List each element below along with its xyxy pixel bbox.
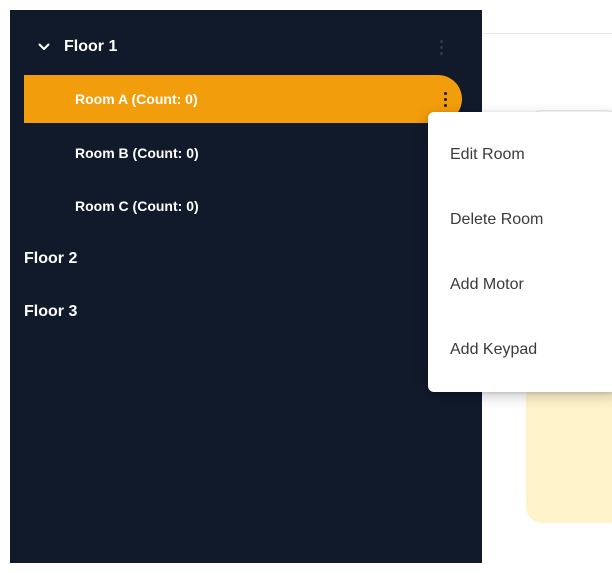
menu-item-label: Add Motor <box>450 276 524 293</box>
room-label: Room B (Count: 0) <box>75 145 199 161</box>
notice-card <box>526 380 612 523</box>
chevron-down-icon[interactable] <box>37 40 51 54</box>
room-item-room-c[interactable]: Room C (Count: 0) <box>24 182 462 230</box>
floor-item-floor-1[interactable]: Floor 1 <box>24 23 462 71</box>
floor-item-floor-2[interactable]: Floor 2 <box>24 235 462 283</box>
header-divider <box>482 33 612 34</box>
menu-item-label: Add Keypad <box>450 341 538 358</box>
menu-item-add-keypad[interactable]: Add Keypad <box>428 326 612 374</box>
more-vertical-icon[interactable] <box>440 89 450 109</box>
floor-item-floor-3[interactable]: Floor 3 <box>24 288 462 336</box>
floor-label: Floor 3 <box>24 303 78 320</box>
menu-item-delete-room[interactable]: Delete Room <box>428 196 612 244</box>
room-label: Room C (Count: 0) <box>75 198 199 214</box>
floor-label: Floor 2 <box>24 250 78 267</box>
room-label: Room A (Count: 0) <box>75 91 198 107</box>
menu-item-add-motor[interactable]: Add Motor <box>428 261 612 309</box>
menu-item-edit-room[interactable]: Edit Room <box>428 131 612 179</box>
room-item-room-b[interactable]: Room B (Count: 0) <box>24 129 462 177</box>
room-context-menu: Edit Room Delete Room Add Motor Add Keyp… <box>428 112 612 392</box>
more-vertical-icon[interactable] <box>437 37 445 57</box>
menu-item-label: Edit Room <box>450 146 525 163</box>
menu-item-label: Delete Room <box>450 211 544 228</box>
room-item-room-a[interactable]: Room A (Count: 0) <box>24 75 462 123</box>
floor-label: Floor 1 <box>64 38 118 55</box>
